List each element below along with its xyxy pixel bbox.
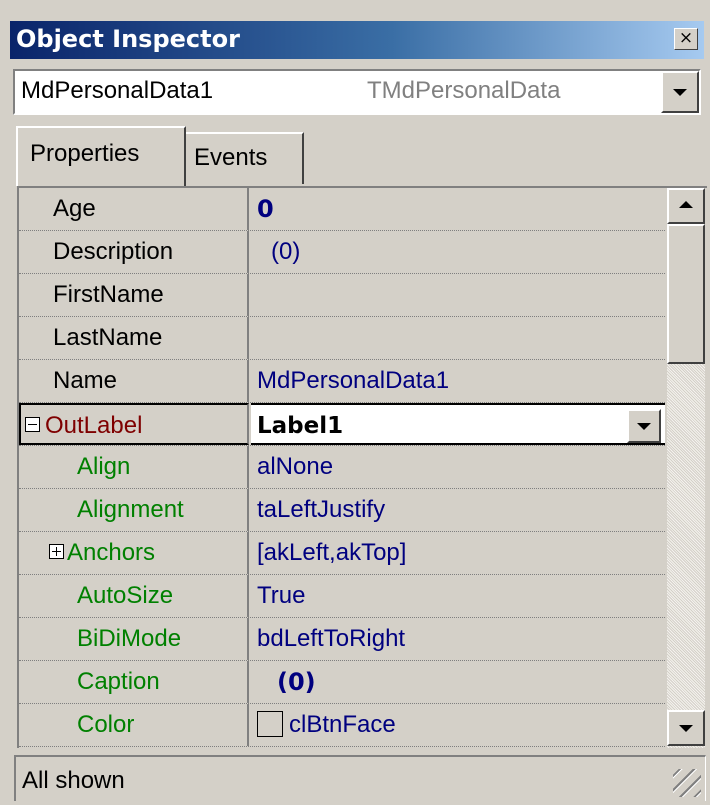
property-value[interactable]: (0): [251, 231, 665, 273]
resize-grip-icon[interactable]: [673, 769, 701, 797]
close-button[interactable]: ×: [674, 28, 698, 50]
property-value[interactable]: 0: [251, 188, 665, 230]
vertical-scrollbar[interactable]: [667, 188, 705, 748]
property-value-editor[interactable]: Label1: [251, 403, 665, 445]
property-name: Description: [19, 231, 249, 273]
property-grid: Age 0 Description (0) FirstName LastName…: [17, 186, 707, 748]
property-row-outlabel[interactable]: OutLabel Label1: [19, 403, 665, 446]
property-value-cell[interactable]: clBtnFace: [251, 704, 665, 746]
scroll-down-button[interactable]: [667, 710, 705, 746]
property-row-alignment[interactable]: Alignment taLeftJustify: [19, 489, 665, 532]
property-name: Caption: [19, 661, 249, 703]
property-row-description[interactable]: Description (0): [19, 231, 665, 274]
status-bar: All shown: [14, 755, 706, 801]
property-value: clBtnFace: [289, 711, 396, 738]
arrow-up-icon: [679, 201, 693, 208]
property-row-color[interactable]: Color clBtnFace: [19, 704, 665, 747]
arrow-down-icon: [679, 725, 693, 732]
object-inspector-window: Object Inspector × MdPersonalData1 TMdPe…: [0, 0, 710, 805]
property-row-autosize[interactable]: AutoSize True: [19, 575, 665, 618]
object-selector-dropdown-button[interactable]: [661, 71, 699, 113]
object-selector-combobox[interactable]: MdPersonalData1 TMdPersonalData: [13, 69, 701, 115]
property-value[interactable]: [251, 317, 665, 359]
property-name: Anchors: [67, 539, 156, 566]
tab-properties[interactable]: Properties: [16, 126, 186, 186]
property-row-align[interactable]: Align alNone: [19, 446, 665, 489]
property-value[interactable]: taLeftJustify: [251, 489, 665, 531]
tab-events-label: Events: [194, 144, 268, 171]
expand-icon[interactable]: [49, 544, 64, 559]
property-name: OutLabel: [45, 412, 143, 439]
status-text: All shown: [22, 767, 125, 794]
property-value[interactable]: [251, 274, 665, 316]
property-name: Alignment: [19, 489, 249, 531]
color-swatch: [257, 710, 283, 737]
property-name: Color: [19, 704, 249, 746]
title-bar[interactable]: Object Inspector ×: [10, 21, 704, 59]
property-row-bidimode[interactable]: BiDiMode bdLeftToRight: [19, 618, 665, 661]
property-row-name[interactable]: Name MdPersonalData1: [19, 360, 665, 403]
collapse-icon[interactable]: [25, 417, 40, 432]
property-value[interactable]: (0): [251, 661, 665, 703]
property-name: Name: [19, 360, 249, 402]
window-title: Object Inspector: [16, 25, 240, 53]
tab-events[interactable]: Events: [186, 132, 304, 184]
property-value[interactable]: MdPersonalData1: [251, 360, 665, 402]
property-name: AutoSize: [19, 575, 249, 617]
chevron-down-icon: [637, 423, 651, 430]
scroll-thumb[interactable]: [667, 224, 705, 364]
property-row-age[interactable]: Age 0: [19, 188, 665, 231]
property-row-caption[interactable]: Caption (0): [19, 661, 665, 704]
property-value: Label1: [257, 413, 344, 439]
property-name: Age: [19, 188, 249, 230]
property-row-lastname[interactable]: LastName: [19, 317, 665, 360]
scroll-up-button[interactable]: [667, 188, 705, 224]
chevron-down-icon: [673, 89, 687, 96]
selected-object-name: MdPersonalData1: [21, 77, 214, 104]
property-name-cell: Anchors: [19, 532, 249, 574]
property-row-anchors[interactable]: Anchors [akLeft,akTop]: [19, 532, 665, 575]
property-value[interactable]: True: [251, 575, 665, 617]
value-dropdown-button[interactable]: [627, 409, 661, 443]
property-value[interactable]: bdLeftToRight: [251, 618, 665, 660]
property-name-cell: OutLabel: [19, 403, 249, 445]
property-row-firstname[interactable]: FirstName: [19, 274, 665, 317]
property-name: LastName: [19, 317, 249, 359]
tab-properties-label: Properties: [30, 140, 140, 167]
property-name: BiDiMode: [19, 618, 249, 660]
close-icon: ×: [678, 28, 694, 48]
property-value[interactable]: [akLeft,akTop]: [251, 532, 665, 574]
property-name: Align: [19, 446, 249, 488]
selected-object-type: TMdPersonalData: [367, 77, 561, 104]
property-value[interactable]: alNone: [251, 446, 665, 488]
property-name: FirstName: [19, 274, 249, 316]
